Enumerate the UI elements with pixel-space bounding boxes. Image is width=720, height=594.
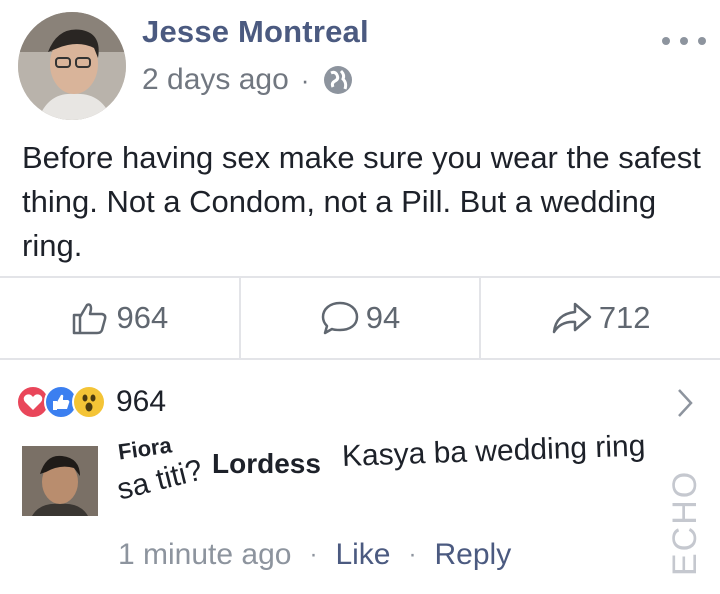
author-name[interactable]: Jesse Montreal	[142, 14, 369, 50]
watermark-text: ECHO	[666, 469, 704, 576]
thumbs-up-icon	[73, 303, 107, 335]
comment-body-line1: Kasya ba wedding ring	[341, 429, 646, 473]
share-count: 712	[598, 300, 651, 335]
post-meta: 2 days ago ·	[142, 60, 355, 100]
wow-reaction-icon	[72, 385, 106, 419]
comment-count: 94	[365, 300, 401, 335]
globe-icon[interactable]	[321, 63, 355, 97]
post-timestamp[interactable]: 2 days ago	[142, 63, 289, 97]
comment-separator: ·	[408, 541, 417, 568]
speech-bubble-icon	[321, 301, 359, 335]
comment-actions: 1 minute ago · Like · Reply	[118, 534, 511, 576]
reaction-count: 964	[116, 385, 167, 418]
post-text: Before having sex make sure you wear the…	[22, 140, 701, 263]
author-avatar[interactable]	[18, 12, 126, 120]
comment-text: Fiora Lordess Kasya ba wedding ring sa t…	[114, 428, 696, 518]
comment-separator: ·	[309, 541, 318, 568]
comment-like-button[interactable]: Like	[335, 538, 390, 572]
reactions-summary[interactable]: 964	[16, 380, 166, 424]
comment-author-last[interactable]: Lordess	[212, 448, 321, 480]
share-button[interactable]: 712	[479, 278, 720, 358]
comment-button[interactable]: 94	[238, 278, 480, 358]
post-header: Jesse Montreal 2 days ago ·	[0, 0, 720, 120]
like-count: 964	[116, 300, 169, 335]
chevron-right-icon[interactable]	[674, 386, 696, 420]
meta-separator: ·	[300, 64, 310, 95]
post-action-bar: 964 94 712	[0, 276, 720, 360]
commenter-avatar[interactable]	[22, 446, 98, 516]
watermark: ECHO	[666, 470, 706, 580]
comment-timestamp[interactable]: 1 minute ago	[118, 538, 291, 572]
comment-reply-button[interactable]: Reply	[435, 538, 512, 572]
more-options-icon[interactable]	[662, 30, 706, 52]
share-arrow-icon	[552, 302, 592, 334]
like-button[interactable]: 964	[0, 278, 239, 358]
